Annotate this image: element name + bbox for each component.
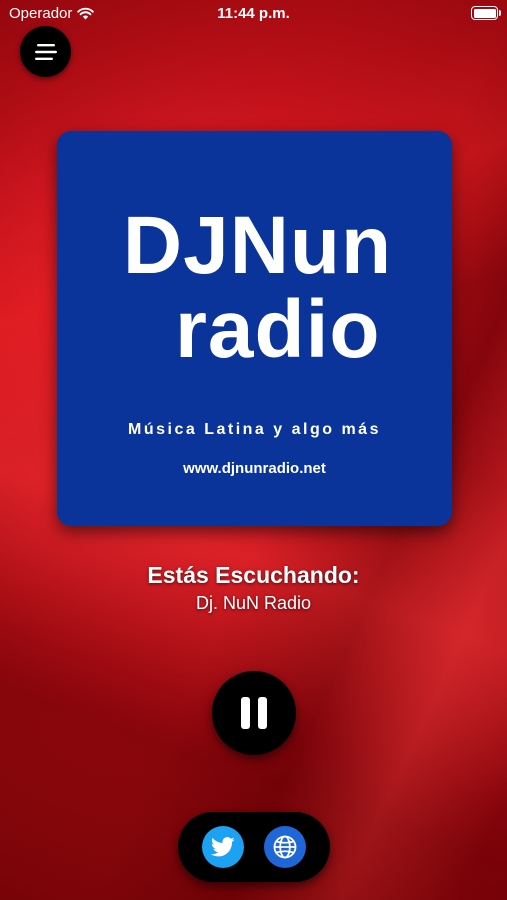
globe-icon: [273, 835, 297, 859]
twitter-button[interactable]: [202, 826, 244, 868]
twitter-icon: [211, 837, 235, 857]
station-name: Dj. NuN Radio: [195, 593, 312, 613]
social-bar: [178, 812, 330, 882]
now-playing-label: Estás Escuchando:: [147, 562, 360, 588]
status-bar: Operador 11:44 p.m.: [0, 0, 507, 28]
hamburger-menu-icon: [34, 43, 57, 60]
station-website: www.djnunradio.net: [183, 460, 326, 477]
pause-icon: [237, 697, 271, 729]
logo-line-1: DJNun: [122, 200, 393, 291]
station-tagline: Música Latina y algo más: [128, 421, 381, 438]
pause-button[interactable]: [212, 671, 296, 755]
menu-button[interactable]: [20, 26, 71, 77]
website-button[interactable]: [264, 826, 306, 868]
station-artwork: DJNun radio Música Latina y algo más www…: [57, 131, 452, 526]
logo-line-2: radio: [175, 284, 381, 375]
battery-icon: [471, 6, 501, 20]
status-time: 11:44 p.m.: [217, 5, 290, 22]
